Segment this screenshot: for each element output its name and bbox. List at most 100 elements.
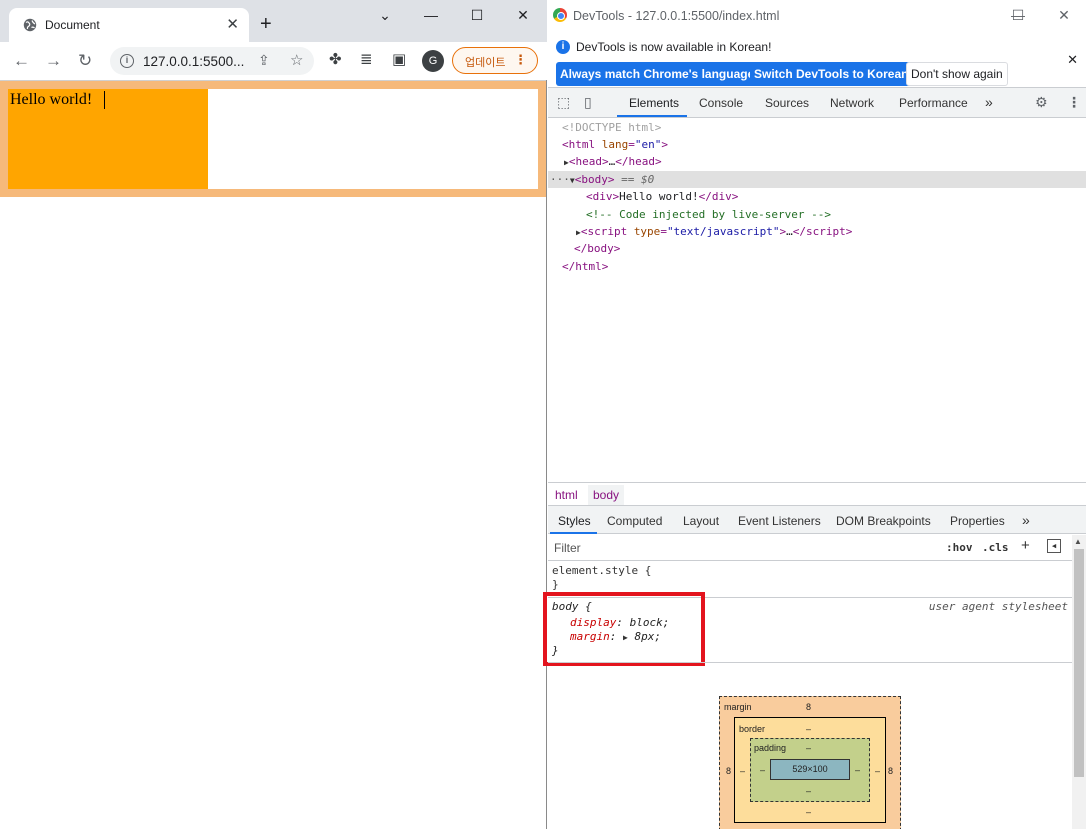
dom-div[interactable]: <div>Hello world!</div>: [586, 189, 738, 204]
url-text: 127.0.0.1:5500...: [143, 54, 245, 69]
styles-scrollbar[interactable]: ▲: [1072, 535, 1086, 829]
devtools-tabbar: ⬚ ▯ Elements Console Sources Network Per…: [548, 88, 1086, 118]
tab-computed[interactable]: Computed: [607, 514, 662, 528]
more-style-tabs-icon[interactable]: »: [1022, 512, 1030, 528]
box-model-padding[interactable]: padding – – – – 529×100: [750, 738, 870, 802]
tab-performance[interactable]: Performance: [899, 96, 968, 110]
border-right-value[interactable]: –: [875, 766, 880, 776]
filter-bar: :hov .cls + ◂: [548, 535, 1072, 561]
settings-gear-icon[interactable]: ⚙: [1035, 94, 1048, 111]
text-cursor: [104, 91, 105, 109]
new-rule-button[interactable]: +: [1021, 537, 1030, 554]
devtools-body: i DevTools is now available in Korean! A…: [543, 0, 1086, 829]
tab-event-listeners[interactable]: Event Listeners: [738, 514, 821, 528]
cls-toggle-button[interactable]: .cls: [982, 541, 1009, 554]
more-menu-icon[interactable]: ⋮: [514, 52, 527, 68]
side-panel-icon[interactable]: ▣: [392, 51, 406, 69]
element-style-rule[interactable]: element.style {: [552, 564, 651, 578]
border-left-value[interactable]: –: [740, 766, 745, 776]
minimize-button[interactable]: —: [421, 6, 441, 24]
tab-network[interactable]: Network: [830, 96, 874, 110]
tab-close-icon[interactable]: ✕: [226, 17, 239, 33]
more-tabs-icon[interactable]: »: [985, 94, 993, 110]
globe-icon: [23, 18, 37, 32]
tab-strip: Document ✕ + ⌄ — ☐ ✕: [0, 0, 547, 42]
dom-head[interactable]: ▶<head>…</head>: [564, 154, 662, 170]
dom-body-open[interactable]: ···▼<body> == $0: [550, 172, 654, 188]
hello-div[interactable]: Hello world!: [8, 89, 208, 189]
browser-window: Document ✕ + ⌄ — ☐ ✕ ← → ↻ i 127.0.0.1:5…: [0, 0, 547, 829]
box-model-margin[interactable]: margin 8 8 8 border – – – – padding – – …: [719, 696, 901, 829]
reload-icon[interactable]: ↻: [78, 52, 92, 70]
address-bar[interactable]: i 127.0.0.1:5500... ⇪ ☆: [110, 47, 314, 75]
tab-console[interactable]: Console: [699, 96, 743, 110]
body-content-highlight: Hello world!: [8, 89, 538, 189]
margin-right-value[interactable]: 8: [888, 766, 893, 776]
tab-elements[interactable]: Elements: [629, 96, 679, 110]
scroll-up-icon[interactable]: ▲: [1074, 537, 1082, 546]
padding-bottom-value[interactable]: –: [806, 786, 811, 796]
switch-korean-button[interactable]: Switch DevTools to Korean: [750, 62, 913, 86]
update-label: 업데이트: [465, 57, 506, 69]
dom-script[interactable]: ▶<script type="text/javascript">…</scrip…: [576, 224, 852, 240]
share-icon[interactable]: ⇪: [258, 52, 270, 69]
infobar-close-icon[interactable]: ✕: [1067, 52, 1078, 68]
update-button[interactable]: 업데이트 ⋮: [452, 47, 538, 74]
dom-html-open[interactable]: <html lang="en">: [562, 137, 668, 152]
tab-properties[interactable]: Properties: [950, 514, 1005, 528]
box-model-content[interactable]: 529×100: [770, 759, 850, 780]
body-margin-highlight: Hello world!: [0, 81, 546, 197]
match-language-button[interactable]: Always match Chrome's language: [556, 62, 759, 86]
new-tab-button[interactable]: +: [260, 14, 272, 34]
dom-body-close[interactable]: </body>: [574, 241, 620, 256]
extensions-icon[interactable]: ✤: [329, 51, 342, 69]
element-style-close: }: [552, 578, 559, 591]
media-icon[interactable]: ≣: [360, 51, 373, 69]
tab-title: Document: [45, 18, 100, 32]
device-toolbar-icon[interactable]: ▯: [584, 94, 592, 111]
bookmark-star-icon[interactable]: ☆: [290, 51, 303, 69]
active-tab-indicator: [617, 115, 687, 117]
box-model-border[interactable]: border – – – – padding – – – – 529×100: [734, 717, 886, 823]
padding-top-value[interactable]: –: [806, 743, 811, 753]
tab-layout[interactable]: Layout: [683, 514, 719, 528]
red-annotation-box: [543, 592, 705, 666]
dont-show-again-button[interactable]: Don't show again: [906, 62, 1008, 86]
dom-html-close[interactable]: </html>: [562, 259, 608, 274]
border-label: border: [739, 724, 766, 734]
breadcrumb: html body: [548, 482, 1086, 506]
dom-tree: <!DOCTYPE html> <html lang="en"> ▶<head>…: [548, 119, 1086, 481]
inspect-element-icon[interactable]: ⬚: [557, 94, 570, 111]
site-info-icon[interactable]: i: [120, 54, 134, 68]
dom-doctype[interactable]: <!DOCTYPE html>: [562, 120, 661, 135]
language-infobar: i DevTools is now available in Korean! A…: [548, 32, 1086, 88]
margin-label: margin: [724, 702, 752, 712]
tab-styles[interactable]: Styles: [558, 514, 591, 528]
maximize-button[interactable]: ☐: [467, 6, 487, 24]
tab-dom-breakpoints[interactable]: DOM Breakpoints: [836, 514, 931, 528]
customize-menu-icon[interactable]: ⋮: [1067, 94, 1081, 111]
box-model-divider: [548, 662, 1072, 663]
dom-comment[interactable]: <!-- Code injected by live-server -->: [586, 207, 831, 222]
close-window-button[interactable]: ✕: [513, 6, 533, 24]
back-arrow-icon[interactable]: ←: [13, 52, 30, 70]
tab-sources[interactable]: Sources: [765, 96, 809, 110]
tab-search-icon[interactable]: ⌄: [375, 6, 395, 24]
toggle-sidebar-icon[interactable]: ◂: [1047, 539, 1061, 553]
border-bottom-value[interactable]: –: [806, 807, 811, 817]
scrollbar-thumb[interactable]: [1074, 549, 1084, 777]
padding-left-value[interactable]: –: [760, 765, 765, 775]
padding-right-value[interactable]: –: [855, 765, 860, 775]
profile-avatar[interactable]: G: [422, 50, 444, 72]
breadcrumb-body[interactable]: body: [588, 485, 625, 505]
tab-document[interactable]: Document ✕: [9, 8, 249, 42]
styles-filter-input[interactable]: [550, 538, 934, 558]
breadcrumb-html[interactable]: html: [551, 488, 582, 502]
hov-toggle-button[interactable]: :hov: [946, 541, 973, 554]
forward-arrow-icon[interactable]: →: [45, 52, 62, 70]
info-icon: i: [556, 40, 570, 54]
border-top-value[interactable]: –: [806, 724, 811, 734]
margin-top-value[interactable]: 8: [806, 702, 811, 712]
styles-tabbar: Styles Computed Layout Event Listeners D…: [548, 506, 1086, 534]
margin-left-value[interactable]: 8: [726, 766, 731, 776]
